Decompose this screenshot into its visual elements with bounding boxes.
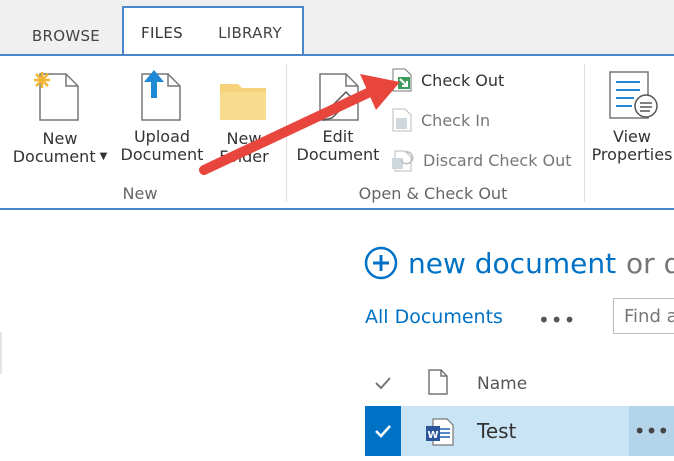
new-document-text[interactable]: new document <box>408 247 616 280</box>
row-more-options[interactable]: ••• <box>629 406 674 456</box>
new-document-label-line2: Document ▼ <box>8 148 112 166</box>
upload-document-icon <box>141 70 181 121</box>
group-label-new: New <box>122 184 158 203</box>
or-text: or d <box>626 246 674 280</box>
discard-check-out-button[interactable]: Discard Check Out <box>391 146 572 174</box>
column-header-name[interactable]: Name <box>477 374 527 394</box>
view-properties-label-line2: Properties <box>591 145 673 164</box>
ribbon-divider <box>584 64 585 202</box>
check-in-label: Check In <box>421 110 491 130</box>
new-document-label-text: Document <box>12 147 96 166</box>
dropdown-arrow-icon[interactable]: ▼ <box>100 148 108 166</box>
row-select-checkbox[interactable] <box>365 406 401 456</box>
view-selector-all-documents[interactable]: All Documents <box>365 306 503 328</box>
checkmark-icon <box>375 425 391 438</box>
left-edge-mark <box>0 332 2 374</box>
document-type-icon <box>428 369 448 395</box>
new-document-label-line1: New <box>42 129 78 148</box>
table-row[interactable]: W Test ••• <box>365 406 674 456</box>
new-document-button[interactable]: New Document ▼ <box>8 68 112 172</box>
tab-browse[interactable]: BROWSE <box>14 17 118 54</box>
document-title-link[interactable]: Test <box>477 419 516 443</box>
tab-library[interactable]: LIBRARY <box>198 6 304 57</box>
view-properties-label-line1: View <box>613 127 651 146</box>
list-header-row: Name <box>365 366 674 402</box>
annotation-arrow <box>199 74 400 175</box>
word-document-icon: W <box>426 418 454 446</box>
group-label-open-check-out: Open & Check Out <box>358 184 508 203</box>
find-placeholder: Find a <box>624 305 674 327</box>
tab-files[interactable]: FILES <box>122 6 202 57</box>
svg-text:W: W <box>427 430 438 441</box>
view-properties-button[interactable]: View Properties <box>590 68 674 172</box>
view-more-options[interactable]: ••• <box>538 308 576 332</box>
discard-check-out-label: Discard Check Out <box>423 150 572 170</box>
new-document-link[interactable]: new document or d <box>364 246 674 280</box>
select-all-check-icon[interactable] <box>373 374 393 392</box>
check-out-label: Check Out <box>421 70 505 90</box>
plus-circle-icon <box>364 246 398 280</box>
view-properties-icon <box>609 71 658 119</box>
new-document-icon <box>34 72 79 121</box>
find-file-input[interactable]: Find a <box>613 298 674 334</box>
